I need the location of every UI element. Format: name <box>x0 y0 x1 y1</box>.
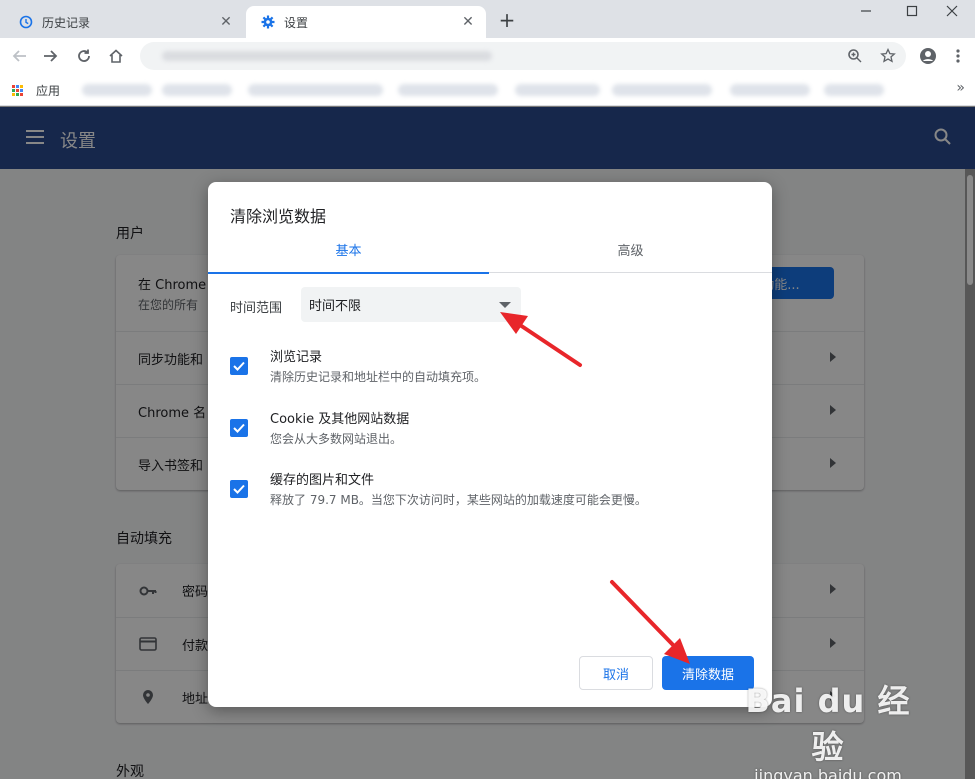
reload-icon[interactable] <box>72 44 96 68</box>
option-title: 浏览记录 <box>270 350 323 365</box>
menu-kebab-icon[interactable] <box>946 44 970 68</box>
option-title: Cookie 及其他网站数据 <box>270 412 410 427</box>
browser-toolbar <box>0 38 975 74</box>
watermark-url: jingyan.baidu.com <box>754 766 902 779</box>
apps-shortcut[interactable]: 应用 <box>12 82 60 99</box>
tab-label: 设置 <box>284 15 309 30</box>
back-arrow-icon[interactable] <box>8 44 32 68</box>
option-cache[interactable]: 缓存的图片和文件 释放了 79.7 MB。当您下次访问时，某些网站的加载速度可能… <box>230 469 750 515</box>
history-icon <box>18 14 34 30</box>
dialog-tabs: 基本 高级 <box>208 234 772 274</box>
tab-settings[interactable]: 设置 ✕ <box>246 6 486 38</box>
checkbox-cache[interactable] <box>230 480 248 498</box>
dialog-title: 清除浏览数据 <box>230 207 327 226</box>
bookmark-item[interactable] <box>612 84 712 96</box>
blurred-url <box>162 51 492 61</box>
tab-label: 高级 <box>617 244 644 259</box>
option-title: 缓存的图片和文件 <box>270 473 375 488</box>
tab-label: 基本 <box>335 244 362 259</box>
tab-label: 历史记录 <box>42 15 91 30</box>
bookmark-item[interactable] <box>824 84 884 96</box>
time-range-value: 时间不限 <box>309 299 362 314</box>
close-tab-icon[interactable]: ✕ <box>218 14 234 30</box>
tab-basic[interactable]: 基本 <box>208 234 489 274</box>
option-description: 释放了 79.7 MB。当您下次访问时，某些网站的加载速度可能会更慢。 <box>270 493 647 507</box>
apps-label: 应用 <box>36 84 61 98</box>
checkbox-cookies[interactable] <box>230 419 248 437</box>
baidu-jingyan-watermark: Bai du 经验 jingyan.baidu.com <box>733 676 923 779</box>
close-window-icon[interactable] <box>929 0 975 22</box>
dropdown-caret-icon <box>499 302 511 308</box>
zoom-icon[interactable] <box>843 44 867 68</box>
bookmark-item[interactable] <box>248 84 383 96</box>
tab-advanced[interactable]: 高级 <box>490 234 771 273</box>
bookmark-item[interactable] <box>162 84 232 96</box>
time-range-select[interactable]: 时间不限 <box>301 287 521 322</box>
settings-gear-icon <box>260 14 276 30</box>
option-description: 清除历史记录和地址栏中的自动填充项。 <box>270 370 487 384</box>
profile-avatar-icon[interactable] <box>916 44 940 68</box>
bookmarks-bar: 应用 » <box>0 74 975 106</box>
more-bookmarks-icon[interactable]: » <box>956 80 965 96</box>
tab-strip: 历史记录 ✕ 设置 ✕ + <box>0 0 975 38</box>
checkbox-browsing-history[interactable] <box>230 357 248 375</box>
active-tab-indicator <box>208 272 489 274</box>
bookmark-item[interactable] <box>515 84 600 96</box>
clear-browsing-data-dialog: 清除浏览数据 基本 高级 时间范围 时间不限 浏览记录 清除历史记录和地址栏中的… <box>208 182 772 707</box>
bookmark-star-icon[interactable] <box>876 44 900 68</box>
minimize-icon[interactable] <box>843 0 889 22</box>
option-browsing-history[interactable]: 浏览记录 清除历史记录和地址栏中的自动填充项。 <box>230 346 750 392</box>
tab-history[interactable]: 历史记录 ✕ <box>4 6 244 38</box>
option-cookies[interactable]: Cookie 及其他网站数据 您会从大多数网站退出。 <box>230 408 750 454</box>
forward-arrow-icon[interactable] <box>38 44 62 68</box>
bookmark-item[interactable] <box>730 84 810 96</box>
cancel-button[interactable]: 取消 <box>579 656 653 690</box>
close-tab-icon[interactable]: ✕ <box>460 14 476 30</box>
scrollbar-thumb[interactable] <box>967 175 973 285</box>
time-range-label: 时间范围 <box>230 301 283 316</box>
new-tab-plus-icon[interactable]: + <box>496 9 518 31</box>
address-bar[interactable] <box>140 42 906 70</box>
home-icon[interactable] <box>104 44 128 68</box>
apps-grid-icon <box>12 84 24 97</box>
page-scrollbar[interactable] <box>965 169 975 779</box>
bookmark-item[interactable] <box>82 84 152 96</box>
option-description: 您会从大多数网站退出。 <box>270 432 403 446</box>
bookmark-item[interactable] <box>398 84 498 96</box>
watermark-logo: Bai du 经验 <box>745 682 911 766</box>
